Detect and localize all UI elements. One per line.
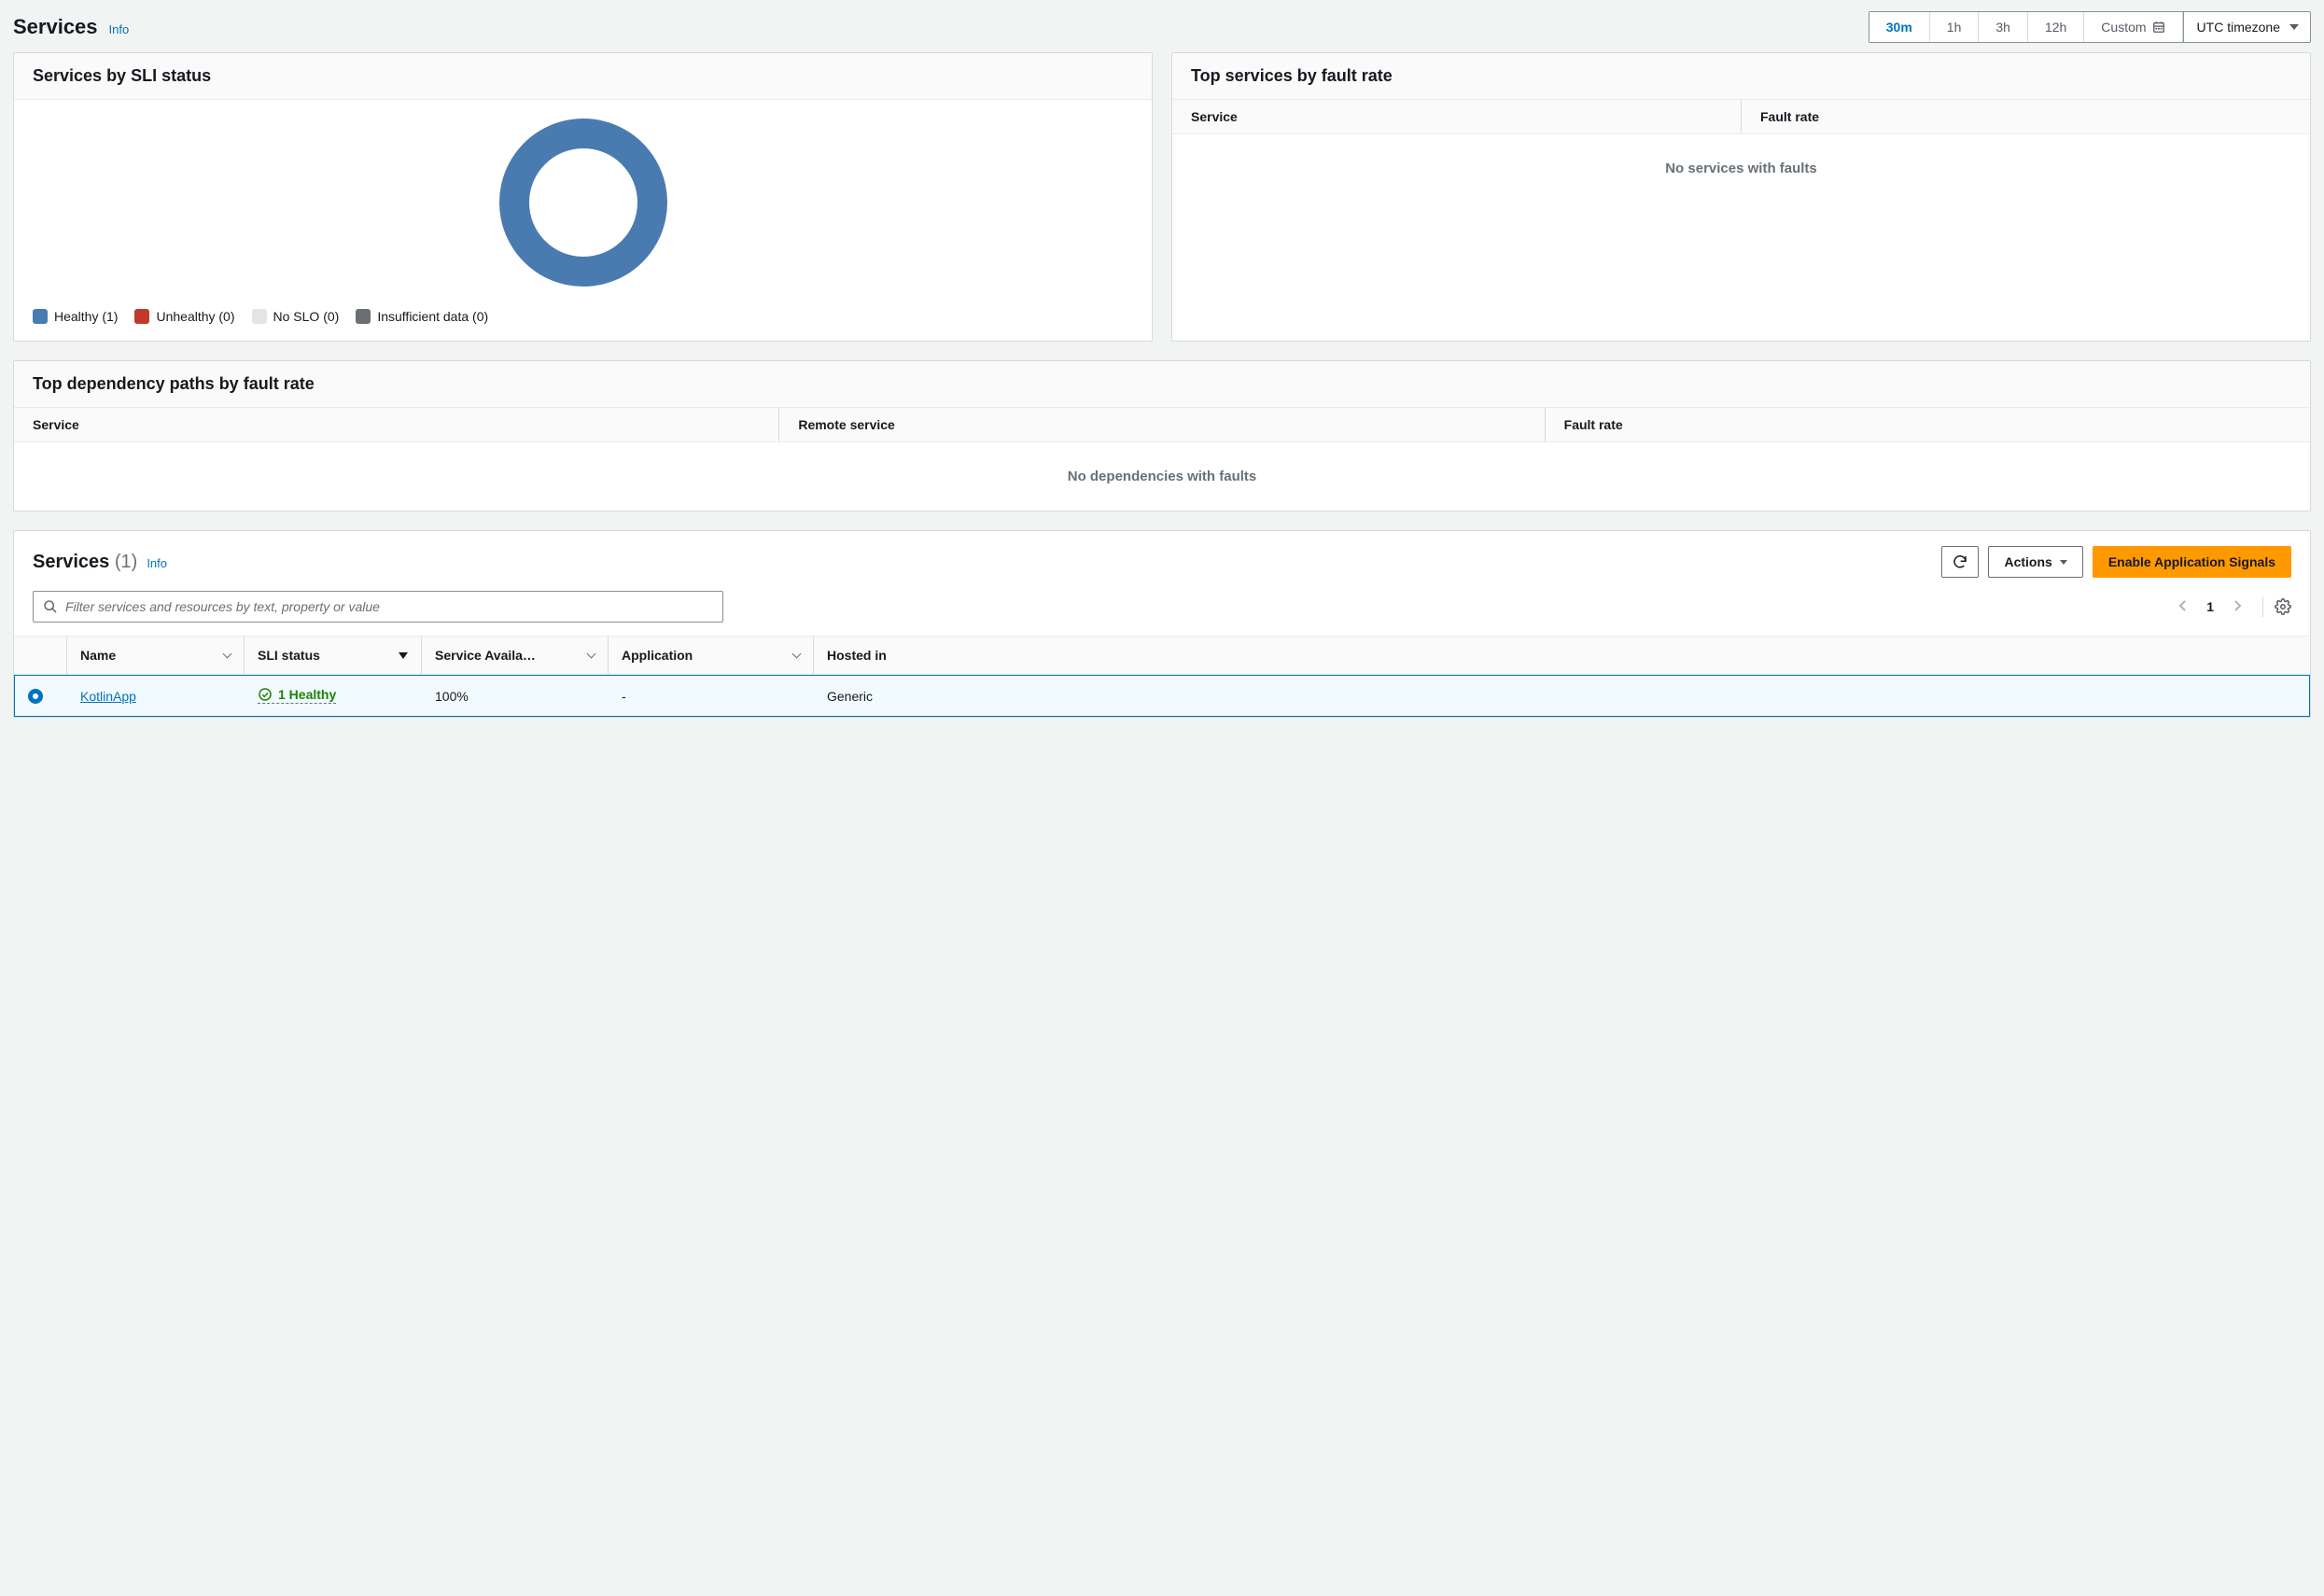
calendar-icon	[2152, 21, 2165, 34]
legend-label: Insufficient data (0)	[377, 309, 488, 324]
services-list-title: Services (1)	[33, 552, 137, 573]
filter-input-wrap[interactable]	[33, 591, 723, 623]
time-range-12h[interactable]: 12h	[2028, 12, 2084, 42]
services-count: (1)	[115, 552, 137, 572]
sort-icon	[223, 650, 232, 659]
sli-legend: Healthy (1) Unhealthy (0) No SLO (0) Insuff…	[25, 309, 1141, 333]
fault-col-service: Service	[1172, 100, 1741, 133]
legend-label: Unhealthy (0)	[156, 309, 234, 324]
custom-label: Custom	[2101, 20, 2146, 35]
legend-item[interactable]: Unhealthy (0)	[134, 309, 234, 324]
service-name-link[interactable]: KotlinApp	[80, 689, 136, 704]
search-icon	[43, 599, 58, 614]
time-range-1h[interactable]: 1h	[1930, 12, 1980, 42]
actions-label: Actions	[2004, 554, 2051, 569]
sli-status-panel: Services by SLI status Healthy (1) Unheal…	[13, 52, 1153, 342]
col-sli-status[interactable]: SLI status	[244, 637, 421, 674]
legend-swatch	[356, 309, 371, 324]
col-hosted-in[interactable]: Hosted in	[813, 637, 2310, 674]
radio-selected-icon	[28, 689, 43, 704]
time-range-3h[interactable]: 3h	[1979, 12, 2028, 42]
col-application[interactable]: Application	[608, 637, 813, 674]
donut-hole	[529, 148, 637, 257]
page-next[interactable]	[2227, 595, 2247, 619]
fault-empty-message: No services with faults	[1172, 134, 2310, 203]
dep-col-rate: Fault rate	[1545, 408, 2310, 441]
legend-item[interactable]: Healthy (1)	[33, 309, 118, 324]
timezone-select[interactable]: UTC timezone	[2183, 12, 2310, 42]
settings-icon[interactable]	[2275, 598, 2291, 615]
legend-item[interactable]: Insufficient data (0)	[356, 309, 488, 324]
page-title: Services	[13, 15, 98, 39]
cell-hosted-in: Generic	[814, 678, 2309, 715]
col-select	[14, 637, 66, 674]
legend-swatch	[134, 309, 149, 324]
divider	[2262, 596, 2263, 617]
caret-down-icon	[2060, 560, 2067, 565]
check-circle-icon	[258, 687, 273, 702]
caret-down-icon	[2289, 24, 2299, 30]
page-prev[interactable]	[2173, 595, 2193, 619]
dep-panel-title: Top dependency paths by fault rate	[33, 374, 315, 394]
cell-availability: 100%	[422, 678, 609, 715]
dep-col-remote: Remote service	[778, 408, 1544, 441]
sli-donut-chart	[499, 119, 667, 287]
info-link[interactable]: Info	[109, 22, 130, 36]
services-list-panel: Services (1) Info Actions Enable Applica…	[13, 530, 2311, 718]
sli-status-badge[interactable]: 1 Healthy	[258, 687, 336, 704]
col-availability[interactable]: Service Availa…	[421, 637, 608, 674]
fault-col-rate: Fault rate	[1741, 100, 2310, 133]
legend-label: Healthy (1)	[54, 309, 118, 324]
refresh-icon	[1952, 553, 1968, 570]
fault-rate-panel: Top services by fault rate Service Fault…	[1171, 52, 2311, 342]
legend-swatch	[252, 309, 267, 324]
row-select[interactable]	[15, 678, 67, 715]
actions-button[interactable]: Actions	[1988, 546, 2082, 578]
sort-active-icon	[399, 652, 408, 659]
filter-input[interactable]	[65, 599, 713, 614]
services-info-link[interactable]: Info	[147, 556, 167, 570]
legend-swatch	[33, 309, 48, 324]
time-range-30m[interactable]: 30m	[1869, 12, 1930, 42]
dependency-panel: Top dependency paths by fault rate Servi…	[13, 360, 2311, 511]
refresh-button[interactable]	[1941, 546, 1979, 578]
legend-item[interactable]: No SLO (0)	[252, 309, 340, 324]
sort-icon	[587, 650, 596, 659]
time-range-picker: 30m 1h 3h 12h Custom UTC timezone	[1869, 11, 2311, 43]
time-range-custom[interactable]: Custom	[2084, 12, 2182, 42]
page-current: 1	[2199, 599, 2221, 614]
pagination: 1	[2173, 595, 2291, 619]
sort-icon	[792, 650, 802, 659]
legend-label: No SLO (0)	[273, 309, 340, 324]
table-row[interactable]: KotlinApp 1 Healthy 100% - Generic	[14, 675, 2310, 717]
fault-panel-title: Top services by fault rate	[1191, 66, 1393, 86]
col-name[interactable]: Name	[66, 637, 244, 674]
sli-panel-title: Services by SLI status	[33, 66, 211, 86]
cell-application: -	[609, 678, 814, 715]
timezone-label: UTC timezone	[2197, 20, 2280, 35]
dep-empty-message: No dependencies with faults	[14, 442, 2310, 511]
dep-col-service: Service	[14, 408, 778, 441]
enable-application-signals-button[interactable]: Enable Application Signals	[2093, 546, 2291, 578]
